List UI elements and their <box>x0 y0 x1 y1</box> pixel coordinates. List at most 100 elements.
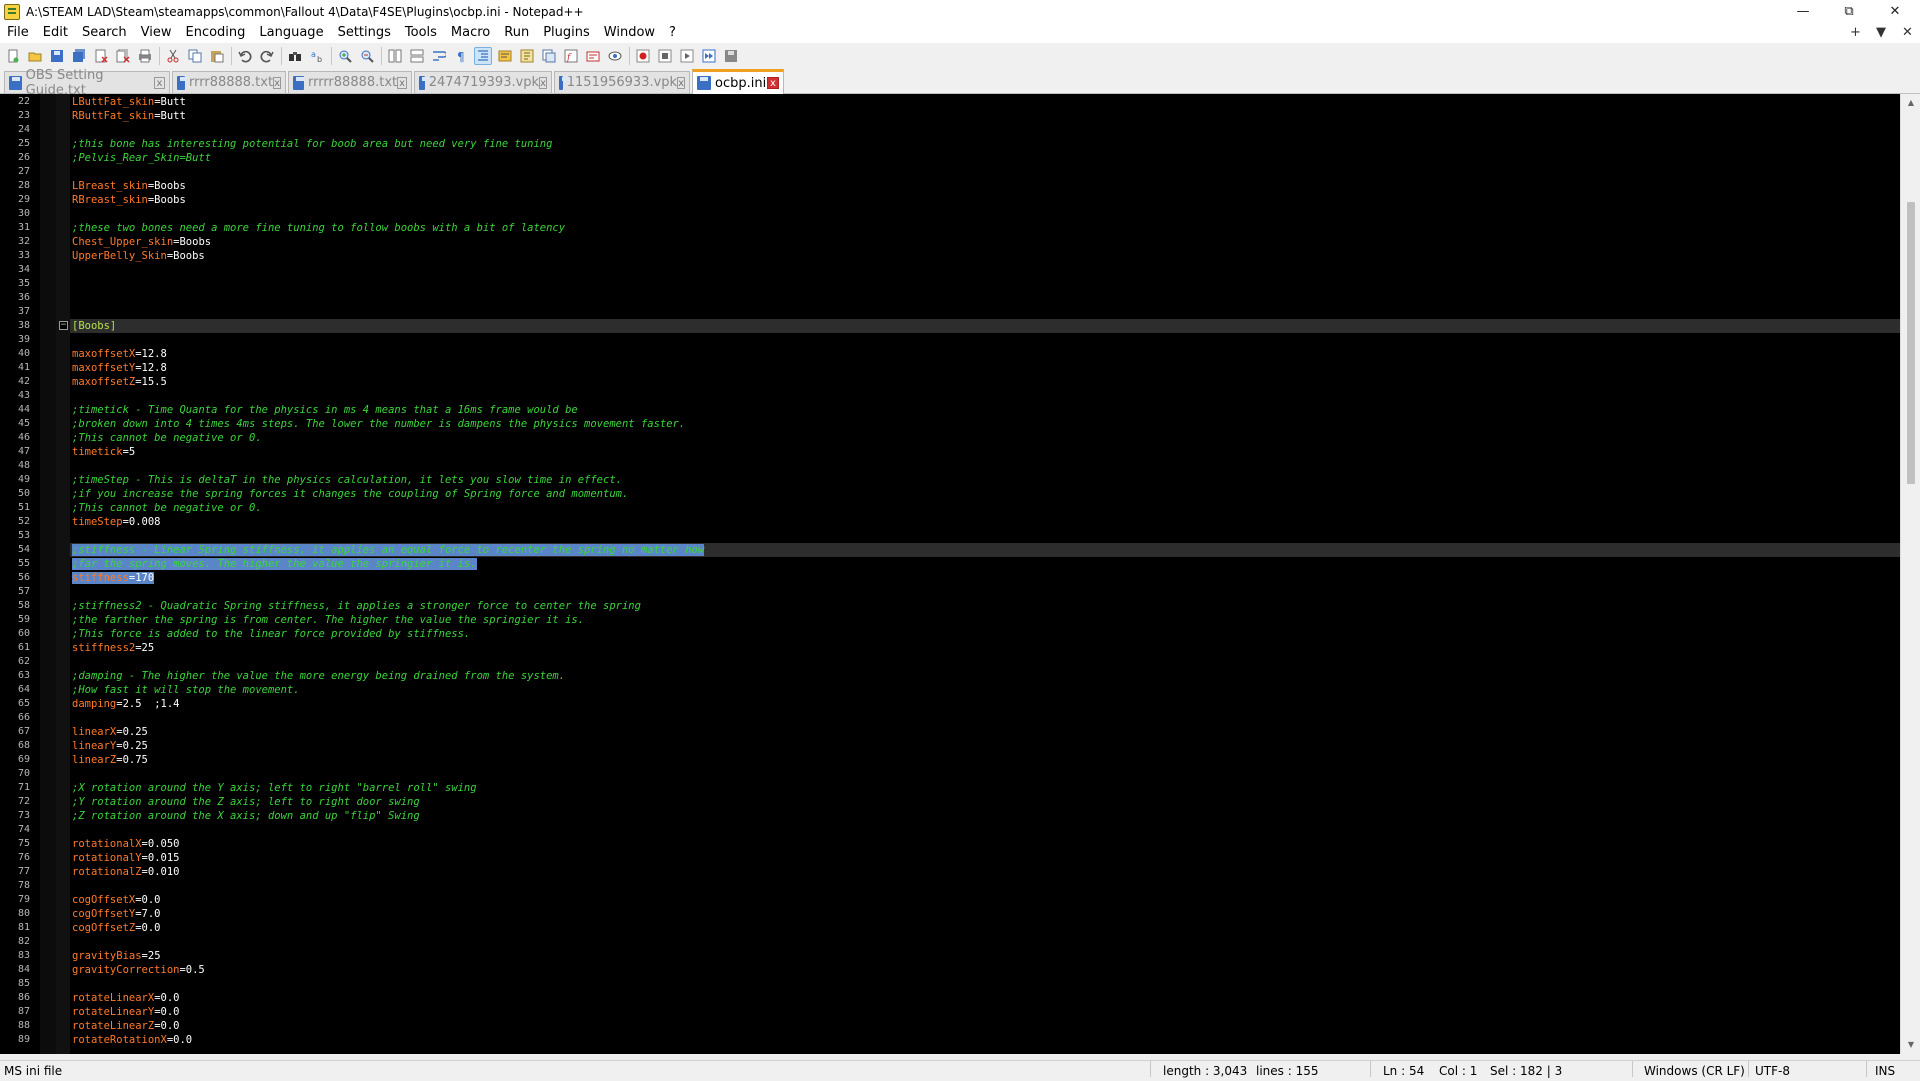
code-text[interactable]: ;Z rotation around the X axis; down and … <box>72 809 420 823</box>
save-macro-icon[interactable] <box>722 47 740 65</box>
code-text[interactable]: linearY=0.25 <box>72 739 148 753</box>
editor-line[interactable]: 89 rotateRotationX=0.0 <box>0 1033 1900 1047</box>
code-text[interactable]: maxoffsetX=12.8 <box>72 347 167 361</box>
code-text[interactable]: RButtFat_skin=Butt <box>72 109 186 123</box>
editor-line[interactable]: 69 linearZ=0.75 <box>0 753 1900 767</box>
editor-line[interactable]: 57 <box>0 585 1900 599</box>
code-text[interactable]: ;if you increase the spring forces it ch… <box>72 487 628 501</box>
code-text[interactable]: ;broken down into 4 times 4ms steps. The… <box>72 417 685 431</box>
editor-line[interactable]: 52 timeStep=0.008 <box>0 515 1900 529</box>
code-text[interactable]: linearZ=0.75 <box>72 753 148 767</box>
sync-vertical-icon[interactable] <box>386 47 404 65</box>
editor-line[interactable]: 63 ;damping - The higher the value the mo… <box>0 669 1900 683</box>
code-text[interactable]: LBreast_skin=Boobs <box>72 179 186 193</box>
fold-collapse-icon[interactable]: − <box>59 321 68 330</box>
menu-file[interactable]: File <box>0 23 36 43</box>
cut-icon[interactable] <box>164 47 182 65</box>
editor-line[interactable]: 43 <box>0 389 1900 403</box>
editor-line[interactable]: 45 ;broken down into 4 times 4ms steps. T… <box>0 417 1900 431</box>
menu-run[interactable]: Run <box>497 23 536 43</box>
tab-1151956933-vpk[interactable]: 1151956933.vpk x <box>554 71 690 93</box>
zoom-out-icon[interactable] <box>358 47 376 65</box>
editor-line[interactable]: 28 LBreast_skin=Boobs <box>0 179 1900 193</box>
code-text[interactable]: rotationalX=0.050 <box>72 837 179 851</box>
tab-ocbp-ini[interactable]: ocbp.ini x <box>692 69 784 94</box>
tab-list-dropdown-button[interactable]: ▼ <box>1876 23 1886 43</box>
editor-line[interactable]: 35 <box>0 277 1900 291</box>
editor-line[interactable]: 47 timetick=5 <box>0 445 1900 459</box>
code-text[interactable]: timetick=5 <box>72 445 135 459</box>
tab-2474719393-vpk[interactable]: 2474719393.vpk x <box>414 71 552 93</box>
close-file-icon[interactable] <box>92 47 110 65</box>
editor-line[interactable]: 82 <box>0 935 1900 949</box>
code-text[interactable]: rotationalZ=0.010 <box>72 865 179 879</box>
editor-line[interactable]: 27 <box>0 165 1900 179</box>
code-text[interactable]: linearX=0.25 <box>72 725 148 739</box>
tab-close-icon[interactable]: x <box>539 76 547 89</box>
menu-help[interactable]: ? <box>662 23 683 43</box>
menu-encoding[interactable]: Encoding <box>178 23 252 43</box>
print-icon[interactable] <box>136 47 154 65</box>
editor-line[interactable]: 40 maxoffsetX=12.8 <box>0 347 1900 361</box>
vertical-scrollbar[interactable]: ▲ ▼ <box>1900 94 1920 1054</box>
editor-line[interactable]: 87 rotateLinearY=0.0 <box>0 1005 1900 1019</box>
editor-line[interactable]: 33 UpperBelly_Skin=Boobs <box>0 249 1900 263</box>
editor-line[interactable]: 84 gravityCorrection=0.5 <box>0 963 1900 977</box>
code-text[interactable]: ;timeStep - This is deltaT in the physic… <box>72 473 622 487</box>
code-text[interactable]: RBreast_skin=Boobs <box>72 193 186 207</box>
record-macro-icon[interactable] <box>634 47 652 65</box>
scroll-down-arrow-icon[interactable]: ▼ <box>1901 1036 1920 1054</box>
tab-rrrrr88888[interactable]: rrrrr88888.txt x <box>288 71 412 93</box>
code-text[interactable]: LButtFat_skin=Butt <box>72 95 186 109</box>
editor-line[interactable]: 83 gravityBias=25 <box>0 949 1900 963</box>
editor-line[interactable]: 67 linearX=0.25 <box>0 725 1900 739</box>
editor-line[interactable]: 51 ;This cannot be negative or 0. <box>0 501 1900 515</box>
code-text[interactable]: cogOffsetY=7.0 <box>72 907 161 921</box>
editor-line[interactable]: 29 RBreast_skin=Boobs <box>0 193 1900 207</box>
user-defined-language-icon[interactable] <box>496 47 514 65</box>
code-text[interactable]: stiffness2=25 <box>72 641 154 655</box>
text-editor[interactable]: 22 LButtFat_skin=Butt 23 RButtFat_skin=Butt… <box>0 94 1920 1054</box>
show-all-characters-icon[interactable]: ¶ <box>452 47 470 65</box>
code-text[interactable]: maxoffsetZ=15.5 <box>72 375 167 389</box>
editor-line[interactable]: 85 <box>0 977 1900 991</box>
editor-line[interactable]: 70 <box>0 767 1900 781</box>
code-text[interactable]: rotateLinearY=0.0 <box>72 1005 179 1019</box>
code-text[interactable]: ;stiffness2 - Quadratic Spring stiffness… <box>72 599 641 613</box>
editor-line[interactable]: 48 <box>0 459 1900 473</box>
editor-line[interactable]: 53 <box>0 529 1900 543</box>
close-document-button[interactable]: ✕ <box>1902 23 1913 43</box>
code-text[interactable]: rotationalY=0.015 <box>72 851 179 865</box>
maximize-button[interactable]: ⧉ <box>1826 0 1872 23</box>
save-all-icon[interactable] <box>70 47 88 65</box>
code-text[interactable]: gravityBias=25 <box>72 949 161 963</box>
code-text[interactable]: rotateLinearZ=0.0 <box>72 1019 179 1033</box>
code-text[interactable]: maxoffsetY=12.8 <box>72 361 167 375</box>
new-file-icon[interactable] <box>4 47 22 65</box>
menu-plugins[interactable]: Plugins <box>536 23 597 43</box>
code-text[interactable]: ;this bone has interesting potential for… <box>72 137 552 151</box>
document-list-icon[interactable] <box>540 47 558 65</box>
code-text[interactable]: [Boobs] <box>72 319 116 333</box>
editor-line[interactable]: 75 rotationalX=0.050 <box>0 837 1900 851</box>
editor-line[interactable]: 56 stiffness=170 <box>0 571 1900 585</box>
editor-line[interactable]: 49 ;timeStep - This is deltaT in the phys… <box>0 473 1900 487</box>
editor-line[interactable]: 38 − [Boobs] <box>0 319 1900 333</box>
editor-line[interactable]: 31 ;these two bones need a more fine tuni… <box>0 221 1900 235</box>
find-icon[interactable] <box>286 47 304 65</box>
code-text[interactable]: stiffness=170 <box>72 571 155 585</box>
code-text[interactable]: ;How fast it will stop the movement. <box>72 683 300 697</box>
menu-edit[interactable]: Edit <box>36 23 75 43</box>
editor-line[interactable]: 44 ;timetick - Time Quanta for the physic… <box>0 403 1900 417</box>
editor-line[interactable]: 61 stiffness2=25 <box>0 641 1900 655</box>
editor-line[interactable]: 76 rotationalY=0.015 <box>0 851 1900 865</box>
editor-line[interactable]: 46 ;This cannot be negative or 0. <box>0 431 1900 445</box>
folder-as-workspace-icon[interactable] <box>584 47 602 65</box>
minimize-button[interactable]: — <box>1780 0 1826 23</box>
code-text[interactable]: cogOffsetX=0.0 <box>72 893 161 907</box>
editor-line[interactable]: 68 linearY=0.25 <box>0 739 1900 753</box>
scrollbar-thumb[interactable] <box>1907 202 1915 484</box>
editor-line[interactable]: 88 rotateLinearZ=0.0 <box>0 1019 1900 1033</box>
editor-line[interactable]: 64 ;How fast it will stop the movement. <box>0 683 1900 697</box>
tab-close-icon[interactable]: x <box>677 76 685 89</box>
